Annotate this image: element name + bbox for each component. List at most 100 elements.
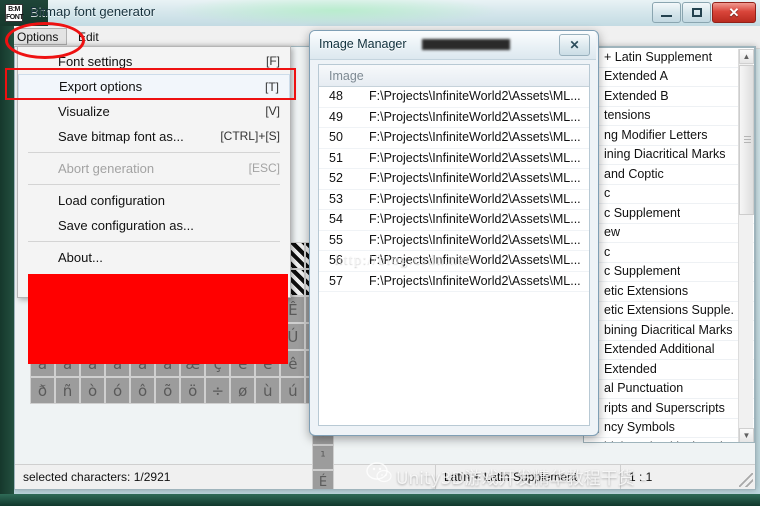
unicode-block-label: c Supplement: [604, 264, 681, 279]
resize-grip-icon[interactable]: [739, 473, 753, 487]
unicode-block-checkbox[interactable]: [588, 441, 599, 442]
dialog-close-button[interactable]: ✕: [559, 34, 590, 56]
character-cell-strip[interactable]: É: [312, 470, 334, 489]
left-desktop-edge: [0, 26, 14, 506]
image-list-row[interactable]: 53 F:\Projects\InfiniteWorld2\Assets\ML..…: [319, 190, 589, 210]
unicode-block-row[interactable]: Extended A: [584, 68, 754, 87]
image-list[interactable]: Image 48 F:\Projects\InfiniteWorld2\Asset…: [318, 64, 590, 426]
unicode-block-label: Extended B: [604, 88, 669, 103]
image-manager-dialog: Image Manager ✕ Image 48 F:\Projects\Infi…: [309, 30, 599, 436]
menu-entry-shortcut: [V]: [265, 104, 280, 118]
block-list-scrollbar[interactable]: ▲ ▼: [738, 49, 754, 442]
menu-entry-export-options[interactable]: Export options [T]: [18, 74, 290, 99]
status-bar: selected characters: 1/2921 Latin + Lati…: [15, 464, 755, 489]
character-cell[interactable]: ö: [180, 377, 206, 404]
unicode-block-list[interactable]: + Latin Supplement Extended A Extended B te…: [583, 47, 755, 443]
unicode-block-label: etic Extensions Supple.: [604, 303, 734, 318]
menu-entry-label: Export options: [59, 79, 143, 94]
scrollbar-thumb[interactable]: [739, 65, 754, 215]
character-cell[interactable]: õ: [155, 377, 181, 404]
unicode-block-row[interactable]: al Punctuation: [584, 380, 754, 399]
unicode-block-label: c: [604, 244, 611, 259]
options-dropdown-menu[interactable]: Font settings [F] Export options [T] Visuali…: [17, 46, 291, 298]
image-path: F:\Projects\InfiniteWorld2\Assets\ML...: [369, 191, 581, 206]
menu-item-options[interactable]: Options: [8, 28, 68, 45]
unicode-block-row[interactable]: etic Extensions Supple.: [584, 302, 754, 321]
unicode-block-row[interactable]: c Supplement: [584, 204, 754, 224]
unicode-block-row[interactable]: c: [584, 243, 754, 263]
unicode-block-row[interactable]: c Supplement: [584, 263, 754, 282]
unicode-block-label: ng Modifier Letters: [604, 127, 708, 142]
image-path: F:\Projects\InfiniteWorld2\Assets\ML...: [369, 109, 581, 124]
image-index: 57: [329, 273, 343, 288]
image-list-row[interactable]: 49 F:\Projects\InfiniteWorld2\Assets\ML..…: [319, 108, 589, 128]
menu-item-edit[interactable]: Edit: [70, 28, 107, 46]
character-cell[interactable]: ñ: [55, 377, 81, 404]
menu-entry-abort-generation: Abort generation [ESC]: [18, 156, 290, 181]
window-title: Bitmap font generator: [30, 4, 156, 19]
character-cell[interactable]: ô: [130, 377, 156, 404]
maximize-button[interactable]: [682, 2, 711, 23]
menu-entry-save-bitmap-font-as[interactable]: Save bitmap font as... [CTRL]+[S]: [18, 124, 290, 149]
unicode-block-row[interactable]: ew: [584, 224, 754, 243]
character-cell[interactable]: ú: [280, 377, 306, 404]
menu-entry-save-configuration-as[interactable]: Save configuration as...: [18, 213, 290, 238]
menu-entry-font-settings[interactable]: Font settings [F]: [18, 49, 290, 74]
scroll-up-icon[interactable]: ▲: [739, 49, 754, 64]
image-list-row[interactable]: 54 F:\Projects\InfiniteWorld2\Assets\ML..…: [319, 210, 589, 231]
menu-entry-load-configuration[interactable]: Load configuration: [18, 188, 290, 213]
unicode-block-row[interactable]: Extended Additional: [584, 341, 754, 360]
scroll-down-icon[interactable]: ▼: [739, 428, 754, 442]
character-cell[interactable]: ÷: [205, 377, 231, 404]
image-index: 54: [329, 212, 343, 227]
character-cell-strip[interactable]: ¹: [312, 445, 334, 470]
image-list-row[interactable]: 51 F:\Projects\InfiniteWorld2\Assets\ML..…: [319, 149, 589, 169]
menu-entry-shortcut: [F]: [266, 54, 280, 68]
character-cell[interactable]: ð: [30, 377, 56, 404]
unicode-block-row[interactable]: ining Diacritical Marks: [584, 146, 754, 165]
unicode-block-row[interactable]: ng Modifier Letters: [584, 126, 754, 146]
image-path: F:\Projects\InfiniteWorld2\Assets\ML...: [369, 212, 581, 227]
dialog-title-redaction: [422, 39, 510, 50]
character-cell[interactable]: ù: [255, 377, 281, 404]
character-cell[interactable]: ø: [230, 377, 256, 404]
bmfont-icon: B:M FONT: [5, 4, 24, 22]
unicode-block-row[interactable]: ncy Symbols: [584, 419, 754, 438]
maximize-icon: [691, 8, 702, 17]
image-list-row[interactable]: 50 F:\Projects\InfiniteWorld2\Assets\ML..…: [319, 128, 589, 149]
image-list-row[interactable]: 52 F:\Projects\InfiniteWorld2\Assets\ML..…: [319, 169, 589, 190]
minimize-button[interactable]: [652, 2, 681, 23]
unicode-block-label: ining Diacritical Marks: [604, 147, 726, 162]
image-list-row[interactable]: 48 F:\Projects\InfiniteWorld2\Assets\ML..…: [319, 87, 589, 108]
image-path: F:\Projects\InfiniteWorld2\Assets\ML...: [369, 171, 581, 186]
unicode-block-row[interactable]: + Latin Supplement: [584, 48, 754, 68]
menu-entry-about[interactable]: About...: [18, 245, 290, 270]
character-cell[interactable]: ó: [105, 377, 131, 404]
image-index: 53: [329, 191, 343, 206]
status-selected-characters: selected characters: 1/2921: [23, 470, 171, 484]
desktop-window-frame: B:M FONT Bitmap font generator ✕ Options …: [0, 0, 760, 506]
close-button[interactable]: ✕: [712, 2, 756, 23]
menu-entry-label: Font settings: [58, 54, 133, 69]
unicode-block-row[interactable]: bining Diacritical Marks: [584, 438, 754, 442]
image-index: 51: [329, 150, 343, 165]
unicode-block-label: c: [604, 186, 611, 201]
image-list-row[interactable]: 55 F:\Projects\InfiniteWorld2\Assets\ML..…: [319, 231, 589, 251]
titlebar-glow: [170, 0, 500, 26]
unicode-block-row[interactable]: c: [584, 185, 754, 204]
image-list-row[interactable]: 56 F:\Projects\InfiniteWorld2\Assets\ML..…: [319, 251, 589, 272]
image-path: F:\Projects\InfiniteWorld2\Assets\ML...: [369, 232, 581, 247]
unicode-block-row[interactable]: tensions: [584, 107, 754, 126]
unicode-block-row[interactable]: ripts and Superscripts: [584, 399, 754, 419]
unicode-block-row[interactable]: etic Extensions: [584, 282, 754, 302]
unicode-block-row[interactable]: Extended B: [584, 87, 754, 107]
unicode-block-row[interactable]: Extended: [584, 360, 754, 380]
unicode-block-row[interactable]: bining Diacritical Marks: [584, 321, 754, 341]
menu-entry-visualize[interactable]: Visualize [V]: [18, 99, 290, 124]
red-redaction-box: [28, 274, 288, 364]
unicode-block-label: and Coptic: [604, 166, 664, 181]
image-list-row[interactable]: 57 F:\Projects\InfiniteWorld2\Assets\ML..…: [319, 272, 589, 292]
unicode-block-row[interactable]: and Coptic: [584, 165, 754, 185]
character-cell[interactable]: ò: [80, 377, 106, 404]
menu-separator: [28, 152, 280, 153]
